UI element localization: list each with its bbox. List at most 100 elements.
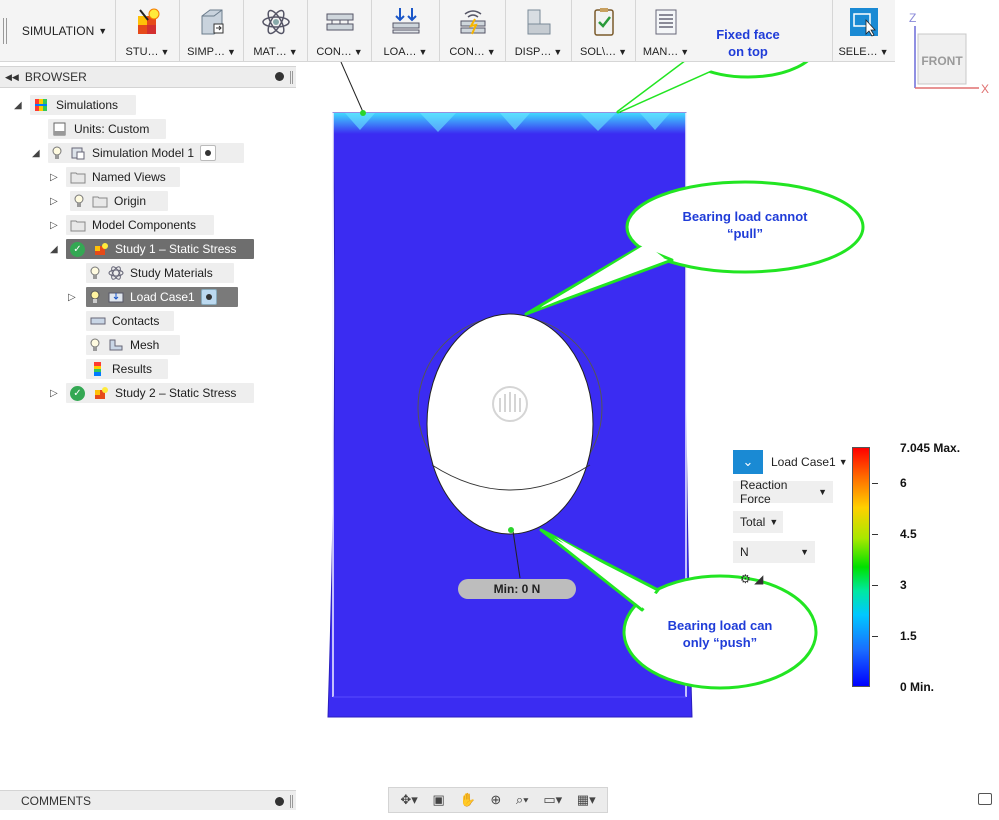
callout-line: only “push” xyxy=(682,635,758,650)
tree-item-label: Results xyxy=(112,362,153,376)
legend-min-label: 0 Min. xyxy=(900,680,935,694)
tree-item-label: Model Components xyxy=(92,218,197,232)
settings-icon[interactable]: ⚙ ◢ xyxy=(740,572,770,586)
toolbar-constraints-label: CON… xyxy=(316,46,352,58)
legend-tick xyxy=(872,585,878,586)
results-icon xyxy=(94,362,101,376)
viewcube-z-label: Z xyxy=(909,11,916,25)
expand-closed-icon[interactable]: ▷ xyxy=(50,172,58,183)
tree-item-label: Simulation Model 1 xyxy=(92,146,195,160)
load-case-icon xyxy=(108,292,124,303)
legend-tick xyxy=(872,636,878,637)
viewcube-front-label: FRONT xyxy=(921,54,963,68)
expand-open-icon[interactable]: ◢ xyxy=(50,244,58,255)
toolbar-manage-label: MAN… xyxy=(642,46,679,58)
chevron-down-icon: ▼ xyxy=(98,26,108,36)
pin-icon[interactable] xyxy=(275,72,284,81)
toolbar-grip[interactable] xyxy=(3,18,7,44)
workspace-switcher[interactable]: SIMULATION ▼ xyxy=(14,0,116,62)
load-case-icon: ⌄ xyxy=(733,450,763,474)
tree-item-label: Mesh xyxy=(130,338,160,352)
model-canvas[interactable] xyxy=(300,62,900,762)
legend-max-label: 7.045 Max. xyxy=(900,441,961,455)
add-comment-icon[interactable] xyxy=(275,797,284,806)
toolbar-manage[interactable]: MAN… ▼ xyxy=(636,0,696,62)
comments-panel[interactable]: COMMENTS xyxy=(0,790,296,810)
fixed-face-leader xyxy=(340,62,364,113)
orbit-icon[interactable]: ✥▾ xyxy=(400,792,417,808)
legend-label: 6 xyxy=(900,476,907,490)
lightbulb-icon[interactable] xyxy=(74,194,84,208)
browser-title: BROWSER xyxy=(24,70,87,84)
load-case-value: Load Case1 xyxy=(771,455,836,469)
check-icon: ✓ xyxy=(70,385,85,401)
load-case-selector[interactable]: ⌄ Load Case1 ▼ xyxy=(733,450,848,474)
display-settings-icon[interactable]: ▭▾ xyxy=(543,792,562,808)
lightbulb-icon[interactable] xyxy=(90,290,100,304)
component-select[interactable]: Total ▼ xyxy=(733,511,783,533)
zoom-window-icon[interactable]: ⌕▾ xyxy=(516,792,529,808)
legend-label: 3 xyxy=(900,578,907,592)
tree-item-label: Named Views xyxy=(92,170,166,184)
lightbulb-icon[interactable] xyxy=(90,338,100,352)
tree-item-label: Units: Custom xyxy=(74,122,150,136)
toolbar-solve[interactable]: SOL\… ▼ xyxy=(572,0,636,62)
callout-line: on top xyxy=(728,44,768,59)
expand-open-icon[interactable]: ◢ xyxy=(14,100,22,111)
expand-closed-icon[interactable]: ▷ xyxy=(68,292,76,303)
tree-item-label: Study Materials xyxy=(130,266,213,280)
chevron-down-icon: ▼ xyxy=(486,47,496,57)
toolbar-contacts-label: CON… xyxy=(449,46,485,58)
expand-closed-icon[interactable]: ▷ xyxy=(50,196,58,207)
panel-grip[interactable] xyxy=(290,795,293,808)
contacts-icon xyxy=(460,10,485,35)
toolbar-constraints[interactable]: CON… ▼ xyxy=(308,0,372,62)
toolbar-display[interactable]: DISP… ▼ xyxy=(506,0,572,62)
toolbar-study[interactable]: STU… ▼ xyxy=(116,0,180,62)
unit-value: N xyxy=(740,545,749,559)
pan-icon[interactable]: ✋ xyxy=(459,792,475,808)
legend-tick xyxy=(872,483,878,484)
panel-grip[interactable] xyxy=(290,71,293,84)
look-at-icon[interactable]: ▣ xyxy=(432,792,444,808)
collapse-icon[interactable]: ◀◀ xyxy=(5,72,19,83)
document-icon xyxy=(53,122,66,136)
callout-cannot-pull-text: Bearing load cannot “pull” xyxy=(660,208,830,242)
callout-fixed-face xyxy=(616,62,809,114)
chevron-down-icon: ▼ xyxy=(288,47,298,57)
tree-item-label: Origin xyxy=(114,194,147,208)
tree-item-label: Study 2 – Static Stress xyxy=(115,386,237,400)
toolbar-select[interactable]: SELE… ▼ xyxy=(832,0,894,62)
expand-closed-icon[interactable]: ▷ xyxy=(50,388,58,399)
deformed-hole xyxy=(426,313,594,535)
lightbulb-icon[interactable] xyxy=(52,146,62,160)
zoom-icon[interactable]: ⊕ xyxy=(490,792,501,808)
viewcube-x-label: X xyxy=(981,82,989,95)
loads-icon xyxy=(392,8,419,34)
active-radio-icon[interactable] xyxy=(200,145,217,161)
tree-item-label: Contacts xyxy=(112,314,160,328)
active-radio-icon[interactable] xyxy=(200,289,217,305)
folder-icon xyxy=(70,220,86,232)
materials-icon xyxy=(261,9,290,35)
grid-settings-icon[interactable]: ▦▾ xyxy=(577,792,596,808)
expand-open-icon[interactable]: ◢ xyxy=(32,148,40,159)
viewcube[interactable]: Z X FRONT xyxy=(905,10,997,95)
browser-header[interactable]: ◀◀ BROWSER xyxy=(0,66,296,88)
toolbar-loads[interactable]: LOA… ▼ xyxy=(372,0,440,62)
chat-icon[interactable] xyxy=(978,793,992,805)
materials-icon xyxy=(108,266,124,280)
result-type-select[interactable]: Reaction Force ▼ xyxy=(733,478,833,506)
chevron-down-icon: ▼ xyxy=(838,457,848,467)
chevron-down-icon: ▼ xyxy=(818,487,827,497)
results-legend-icon xyxy=(35,99,47,111)
toolbar-simplify[interactable]: SIMP… ▼ xyxy=(180,0,244,62)
toolbar-materials[interactable]: MAT… ▼ xyxy=(244,0,308,62)
toolbar-contacts[interactable]: CON… ▼ xyxy=(440,0,506,62)
toolbar-materials-label: MAT… xyxy=(253,46,287,58)
expand-closed-icon[interactable]: ▷ xyxy=(50,220,58,231)
lightbulb-icon[interactable] xyxy=(90,266,100,280)
contacts-icon xyxy=(90,317,106,325)
unit-select[interactable]: N ▼ xyxy=(733,541,815,563)
simplify-icon xyxy=(201,9,223,35)
